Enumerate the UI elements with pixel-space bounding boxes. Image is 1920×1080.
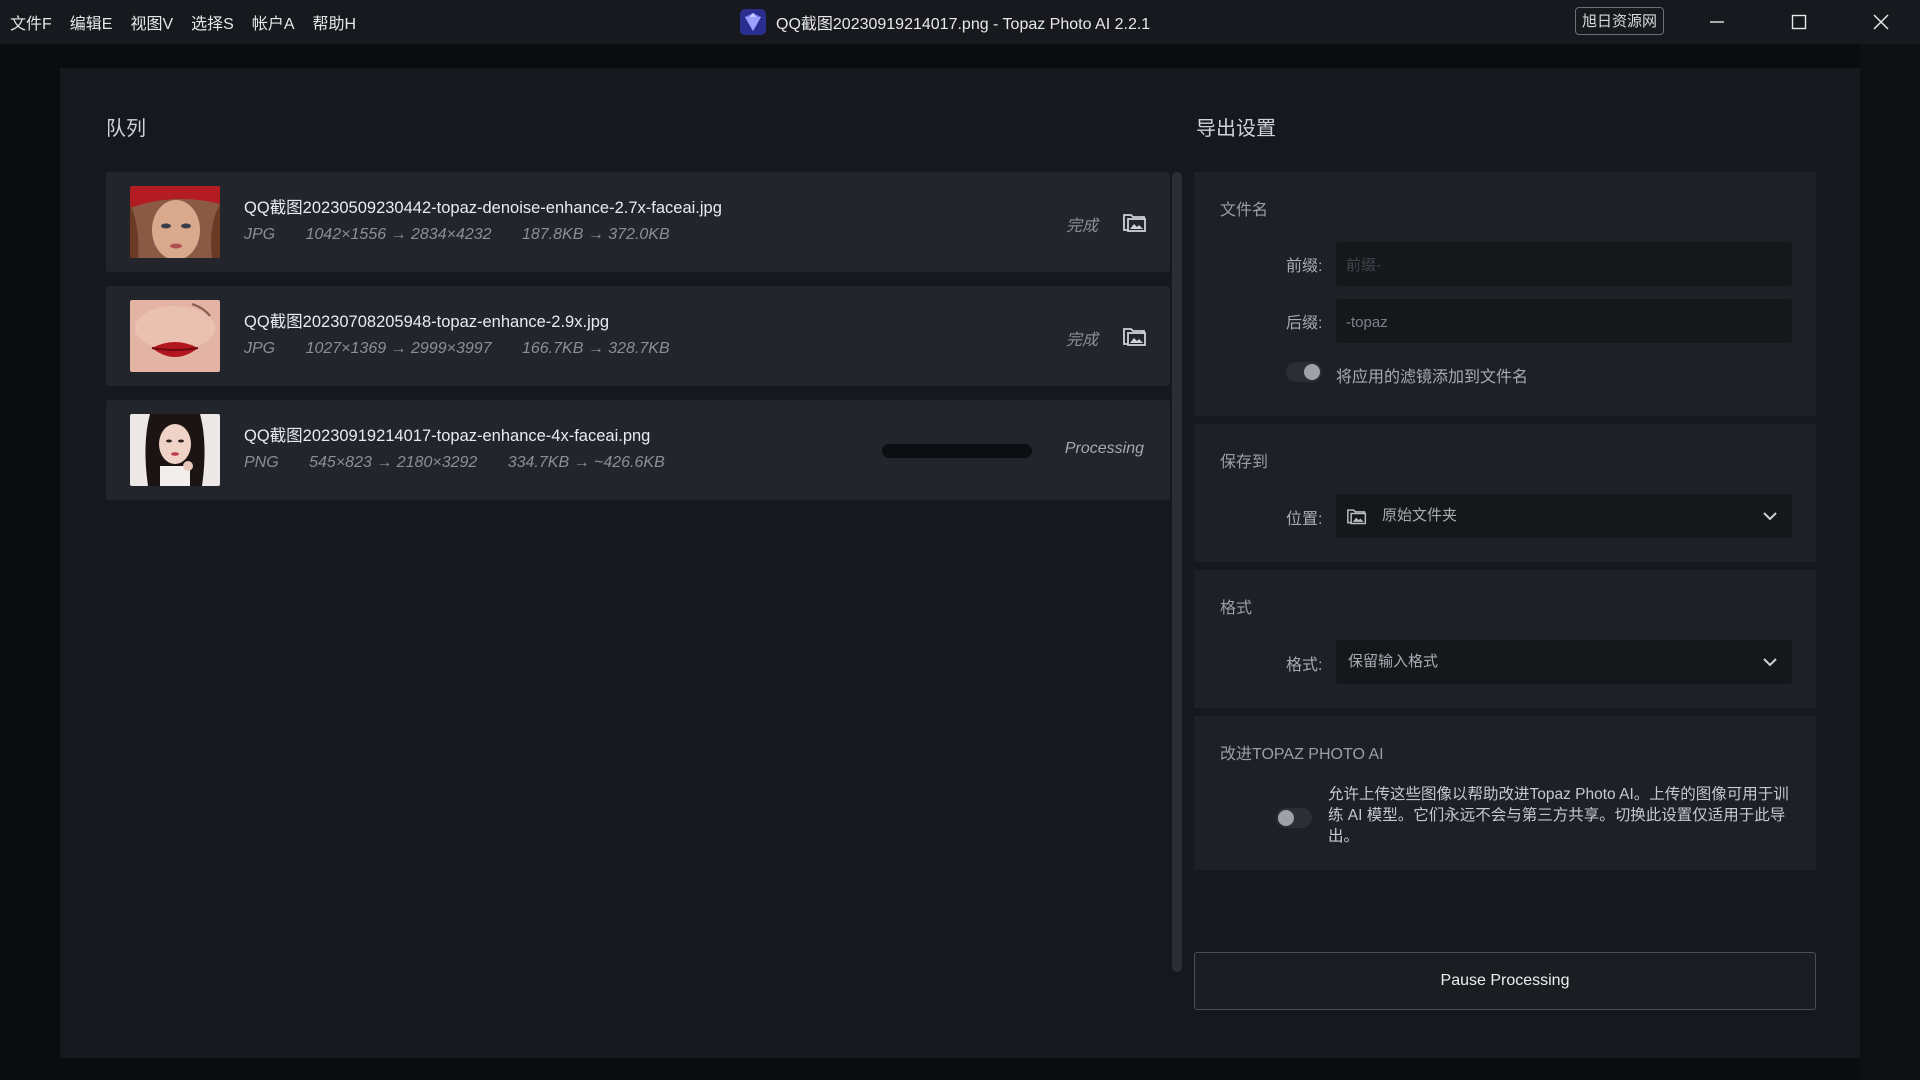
queue-scrollbar[interactable] <box>1172 172 1182 972</box>
menu-account[interactable]: 帐户A <box>252 10 295 34</box>
format-heading: 格式 <box>1220 600 1253 617</box>
close-button[interactable] <box>1851 0 1911 44</box>
status-label: 完成 <box>1065 332 1098 349</box>
queue-item-meta: PNG 545×823 → 2180×3292 334.7KB → ~426.6… <box>244 454 691 472</box>
folder-image-icon[interactable] <box>1122 210 1148 234</box>
format-label: 格式: <box>1286 657 1323 674</box>
minimize-button[interactable] <box>1687 0 1747 44</box>
window-title-text: QQ截图20230919214017.png - Topaz Photo AI … <box>776 16 1151 33</box>
suffix-input[interactable] <box>1344 299 1796 345</box>
status-label: 完成 <box>1065 218 1098 235</box>
queue-item-meta: JPG 1027×1369 → 2999×3997 166.7KB → 328.… <box>244 340 696 358</box>
save-to-heading: 保存到 <box>1220 454 1269 471</box>
queue-item-filename: QQ截图20230509230442-topaz-denoise-enhance… <box>244 199 722 217</box>
toggle-knob <box>1278 810 1294 826</box>
menu-bar: 文件F 编辑E 视图V 选择S 帐户A 帮助H <box>10 0 374 44</box>
file-size: 334.7KB → ~426.6KB <box>507 454 665 471</box>
title-bar: 文件F 编辑E 视图V 选择S 帐户A 帮助H QQ截图202309192140… <box>0 0 1920 44</box>
file-size: 187.8KB → 372.0KB <box>521 226 670 243</box>
thumbnail-image <box>130 414 220 486</box>
chevron-down-icon <box>1763 658 1777 667</box>
queue-item-filename: QQ截图20230708205948-topaz-enhance-2.9x.jp… <box>244 313 610 331</box>
location-dropdown[interactable]: 原始文件夹 <box>1336 494 1792 538</box>
file-format: JPG <box>244 340 276 357</box>
close-icon <box>1873 14 1889 30</box>
upload-images-toggle[interactable] <box>1276 808 1312 828</box>
prefix-field-wrapper <box>1336 242 1796 288</box>
save-to-panel: 保存到 位置: 原始文件夹 <box>1194 424 1816 562</box>
folder-image-icon[interactable] <box>1122 324 1148 348</box>
menu-file[interactable]: 文件F <box>10 10 52 34</box>
filename-panel: 文件名 前缀: 后缀: 将应用的滤镜添加到文件名 <box>1194 172 1816 416</box>
file-format: JPG <box>244 226 276 243</box>
file-dimensions: 545×823 → 2180×3292 <box>309 454 478 471</box>
format-dropdown[interactable]: 保留输入格式 <box>1336 640 1792 684</box>
maximize-button[interactable] <box>1769 0 1829 44</box>
format-panel: 格式 格式: 保留输入格式 <box>1194 570 1816 708</box>
queue-item-meta: JPG 1042×1556 → 2834×4232 187.8KB → 372.… <box>244 226 696 244</box>
file-size: 166.7KB → 328.7KB <box>521 340 670 357</box>
export-dialog: 队列 QQ截图20230509230442-topaz-denoise-enha… <box>60 68 1860 1058</box>
prefix-input[interactable] <box>1344 242 1796 288</box>
file-dimensions: 1027×1369 → 2999×3997 <box>305 340 492 357</box>
queue-item[interactable]: QQ截图20230708205948-topaz-enhance-2.9x.jp… <box>106 286 1170 386</box>
topaz-app-icon <box>740 9 766 35</box>
toggle-knob <box>1304 364 1320 380</box>
export-settings-title: 导出设置 <box>1196 118 1276 140</box>
menu-select[interactable]: 选择S <box>191 10 234 34</box>
queue-item-filename: QQ截图20230919214017-topaz-enhance-4x-face… <box>244 427 651 445</box>
minimize-icon <box>1710 21 1724 23</box>
menu-help[interactable]: 帮助H <box>313 10 357 34</box>
window-title: QQ截图20230919214017.png - Topaz Photo AI … <box>740 0 1150 44</box>
improve-heading: 改进TOPAZ PHOTO AI <box>1220 746 1384 763</box>
watermark-badge[interactable]: 旭日资源网 <box>1575 7 1665 35</box>
queue-title: 队列 <box>106 118 146 140</box>
suffix-field-wrapper <box>1336 299 1796 345</box>
location-value: 原始文件夹 <box>1382 507 1458 524</box>
suffix-label: 后缀: <box>1286 315 1323 332</box>
file-dimensions: 1042×1556 → 2834×4232 <box>305 226 492 243</box>
location-label: 位置: <box>1286 511 1323 528</box>
file-format: PNG <box>244 454 279 471</box>
thumbnail-image <box>130 186 220 258</box>
filter-name-toggle[interactable] <box>1286 362 1322 382</box>
prefix-label: 前缀: <box>1286 258 1323 275</box>
maximize-icon <box>1791 14 1807 30</box>
pause-processing-button[interactable]: Pause Processing <box>1194 952 1816 1010</box>
status-label: Processing <box>1064 440 1144 457</box>
menu-view[interactable]: 视图V <box>130 10 173 34</box>
chevron-down-icon <box>1763 512 1777 521</box>
background-app-sidebar <box>1860 44 1920 1080</box>
format-value: 保留输入格式 <box>1348 653 1439 670</box>
filename-heading: 文件名 <box>1220 202 1269 219</box>
improve-panel: 改进TOPAZ PHOTO AI 允许上传这些图像以帮助改进Topaz Phot… <box>1194 716 1816 870</box>
folder-image-icon <box>1347 509 1367 525</box>
progress-bar <box>882 444 1032 458</box>
thumbnail-image <box>130 300 220 372</box>
menu-edit[interactable]: 编辑E <box>70 10 113 34</box>
filter-name-toggle-label: 将应用的滤镜添加到文件名 <box>1336 369 1529 386</box>
improve-description: 允许上传这些图像以帮助改进Topaz Photo AI。上传的图像可用于训练 A… <box>1328 786 1789 845</box>
queue-item[interactable]: QQ截图20230509230442-topaz-denoise-enhance… <box>106 172 1170 272</box>
queue-item[interactable]: QQ截图20230919214017-topaz-enhance-4x-face… <box>106 400 1170 500</box>
